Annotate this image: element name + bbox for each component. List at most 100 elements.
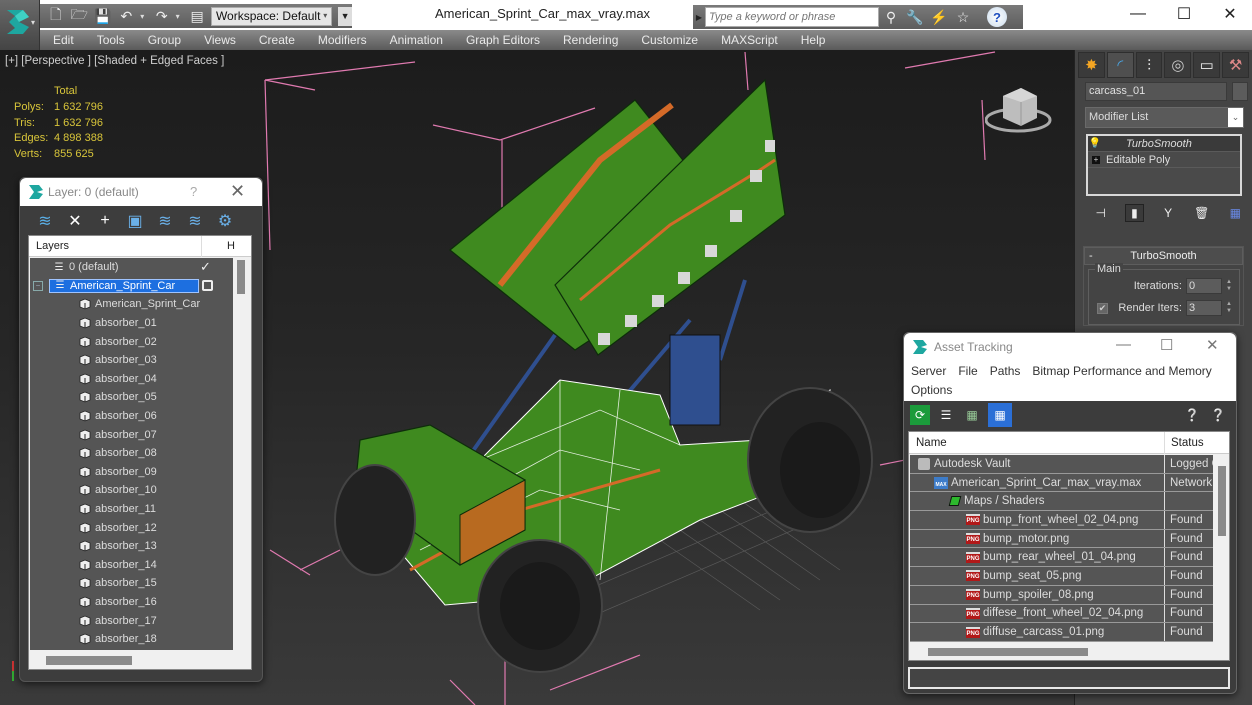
delete-layer-icon[interactable]: ✕ [64,210,86,232]
menu-bitmap-performance[interactable]: Bitmap Performance and Memory [1032,364,1211,378]
show-end-result-icon[interactable]: ▮ [1124,204,1145,222]
expand-arrow-icon[interactable]: ▶ [693,13,705,22]
set-current-checkbox[interactable] [202,279,213,291]
binoculars-icon[interactable]: ⚲ [879,7,903,27]
communication-center-icon[interactable]: ⚡ [927,7,951,27]
render-iters-spinner[interactable]: 3 [1186,300,1222,316]
modifier-turbosmooth[interactable]: 💡 TurboSmooth [1088,136,1240,152]
utilities-tab[interactable]: ⚒ [1222,52,1249,78]
object-row[interactable]: absorber_07 [30,425,233,444]
undo-icon[interactable]: ↶ [117,6,137,26]
help-icon[interactable]: ❔ [1182,405,1202,425]
vertical-scrollbar[interactable] [235,258,247,650]
object-row[interactable]: absorber_09 [30,463,233,482]
object-name-field[interactable]: carcass_01 [1085,82,1227,101]
object-row[interactable]: absorber_04 [30,370,233,389]
minimize-button[interactable]: — [1116,336,1131,353]
close-button[interactable]: ✕ [1206,336,1219,354]
menu-file[interactable]: File [958,364,977,378]
select-layer-icon[interactable]: ≋ [154,210,176,232]
object-row[interactable]: absorber_03 [30,351,233,370]
column-name[interactable]: Name [909,437,947,449]
layer-settings-icon[interactable]: ⚙ [214,210,236,232]
asset-row[interactable]: PNG bump_seat_05.png Found [910,567,1213,586]
object-row[interactable]: absorber_02 [30,332,233,351]
object-row[interactable]: absorber_15 [30,574,233,593]
layer-explorer-window[interactable]: Layer: 0 (default) ? ✕ ≋ ✕ + ▣ ≋ ≋ ⚙ Lay… [19,177,263,682]
asset-row[interactable]: PNG bump_rear_wheel_01_04.png Found [910,548,1213,568]
close-button[interactable]: ✕ [230,181,245,202]
menu-edit[interactable]: Edit [53,33,74,47]
asset-row[interactable]: PNG bump_spoiler_08.png Found [910,585,1213,605]
viewcube[interactable] [985,82,1055,137]
create-tab[interactable]: ✸ [1078,52,1105,78]
spinner-arrows-icon[interactable]: ▲ ▼ [1225,301,1233,315]
object-row[interactable]: absorber_18 [30,630,233,649]
help-icon[interactable]: ? [987,7,1007,27]
object-row[interactable]: American_Sprint_Car [30,295,233,314]
workspace-dropdown[interactable]: Workspace: Default ▾ [210,6,333,26]
asset-row[interactable]: Maps / Shaders [910,492,1213,512]
asset-row[interactable]: MAX American_Sprint_Car_max_vray.max Netwo… [910,473,1213,493]
object-row[interactable]: absorber_05 [30,388,233,407]
object-color-swatch[interactable] [1232,82,1248,101]
modify-tab[interactable]: ◜ [1106,52,1134,78]
menu-server[interactable]: Server [911,364,946,378]
menu-create[interactable]: Create [259,33,295,47]
maximize-button[interactable]: ☐ [1161,0,1207,28]
pin-stack-icon[interactable]: ⊣ [1091,204,1111,222]
asset-row[interactable]: PNG bump_front_wheel_02_04.png Found [910,511,1213,530]
horizontal-scrollbar[interactable] [928,648,1088,656]
display-tab[interactable]: ▭ [1193,52,1221,78]
spinner-arrows-icon[interactable]: ▲ ▼ [1225,279,1233,293]
column-layers[interactable]: Layers [29,240,69,252]
layer-window-titlebar[interactable]: Layer: 0 (default) ? ✕ [20,178,262,206]
search-input[interactable] [705,7,879,27]
redo-icon[interactable]: ↷ [152,6,172,26]
favorites-star-icon[interactable]: ☆ [951,7,975,27]
expand-icon[interactable]: + [1092,155,1100,164]
object-row[interactable]: absorber_10 [30,481,233,500]
render-iters-checkbox[interactable]: ✔ [1097,303,1108,314]
close-button[interactable]: ✕ [1207,0,1252,28]
thumbnail-view-icon[interactable]: ▦ [962,405,982,425]
menu-modifiers[interactable]: Modifiers [318,33,367,47]
help-button[interactable]: ? [190,184,197,199]
create-layer-icon[interactable]: ≋ [34,210,56,232]
menu-tools[interactable]: Tools [97,33,125,47]
object-row[interactable]: absorber_13 [30,537,233,556]
menu-views[interactable]: Views [204,33,236,47]
object-row[interactable]: absorber_17 [30,611,233,630]
configure-modifier-sets-icon[interactable]: ▦ [1225,204,1245,222]
menu-group[interactable]: Group [148,33,181,47]
lightbulb-icon[interactable]: 💡 [1088,138,1102,149]
column-status[interactable]: Status [1171,437,1204,449]
object-row[interactable]: absorber_08 [30,444,233,463]
asset-row[interactable]: PNG diffuse_carcass_01.png Found [910,623,1213,642]
asset-row[interactable]: Autodesk Vault Logged Out [910,455,1213,474]
collapse-icon[interactable]: − [33,280,43,291]
object-row[interactable]: absorber_14 [30,556,233,575]
vertical-scrollbar[interactable] [1216,456,1228,642]
modifier-list-dropdown[interactable]: Modifier List ⌄ [1085,107,1244,128]
scrollbar-thumb[interactable] [1218,466,1226,536]
customize-toolbar-icon[interactable]: ▼ [338,6,352,26]
asset-path-field[interactable] [908,667,1230,689]
set-current-layer-icon[interactable]: ≋ [184,210,206,232]
column-hide[interactable]: H [227,240,235,252]
wrench-icon[interactable]: 🔧 [903,7,927,27]
list-view-icon[interactable]: ☰ [936,405,956,425]
layer-row[interactable]: ☰ 0 (default) ✓ [30,258,233,277]
add-to-layer-icon[interactable]: + [94,210,116,232]
asset-tracking-window[interactable]: Asset Tracking — ☐ ✕ Server File Paths B… [903,332,1237,694]
current-layer-checkmark-icon[interactable]: ✓ [200,259,211,275]
context-help-icon[interactable]: ❔ [1208,405,1228,425]
motion-tab[interactable]: ◎ [1164,52,1192,78]
save-file-icon[interactable]: 💾 [93,6,113,26]
object-row[interactable]: absorber_01 [30,314,233,333]
maximize-button[interactable]: ☐ [1160,336,1173,354]
table-view-icon[interactable]: ▦ [988,403,1012,427]
menu-rendering[interactable]: Rendering [563,33,618,47]
menu-options[interactable]: Options [911,383,952,397]
horizontal-scrollbar[interactable] [46,656,132,665]
